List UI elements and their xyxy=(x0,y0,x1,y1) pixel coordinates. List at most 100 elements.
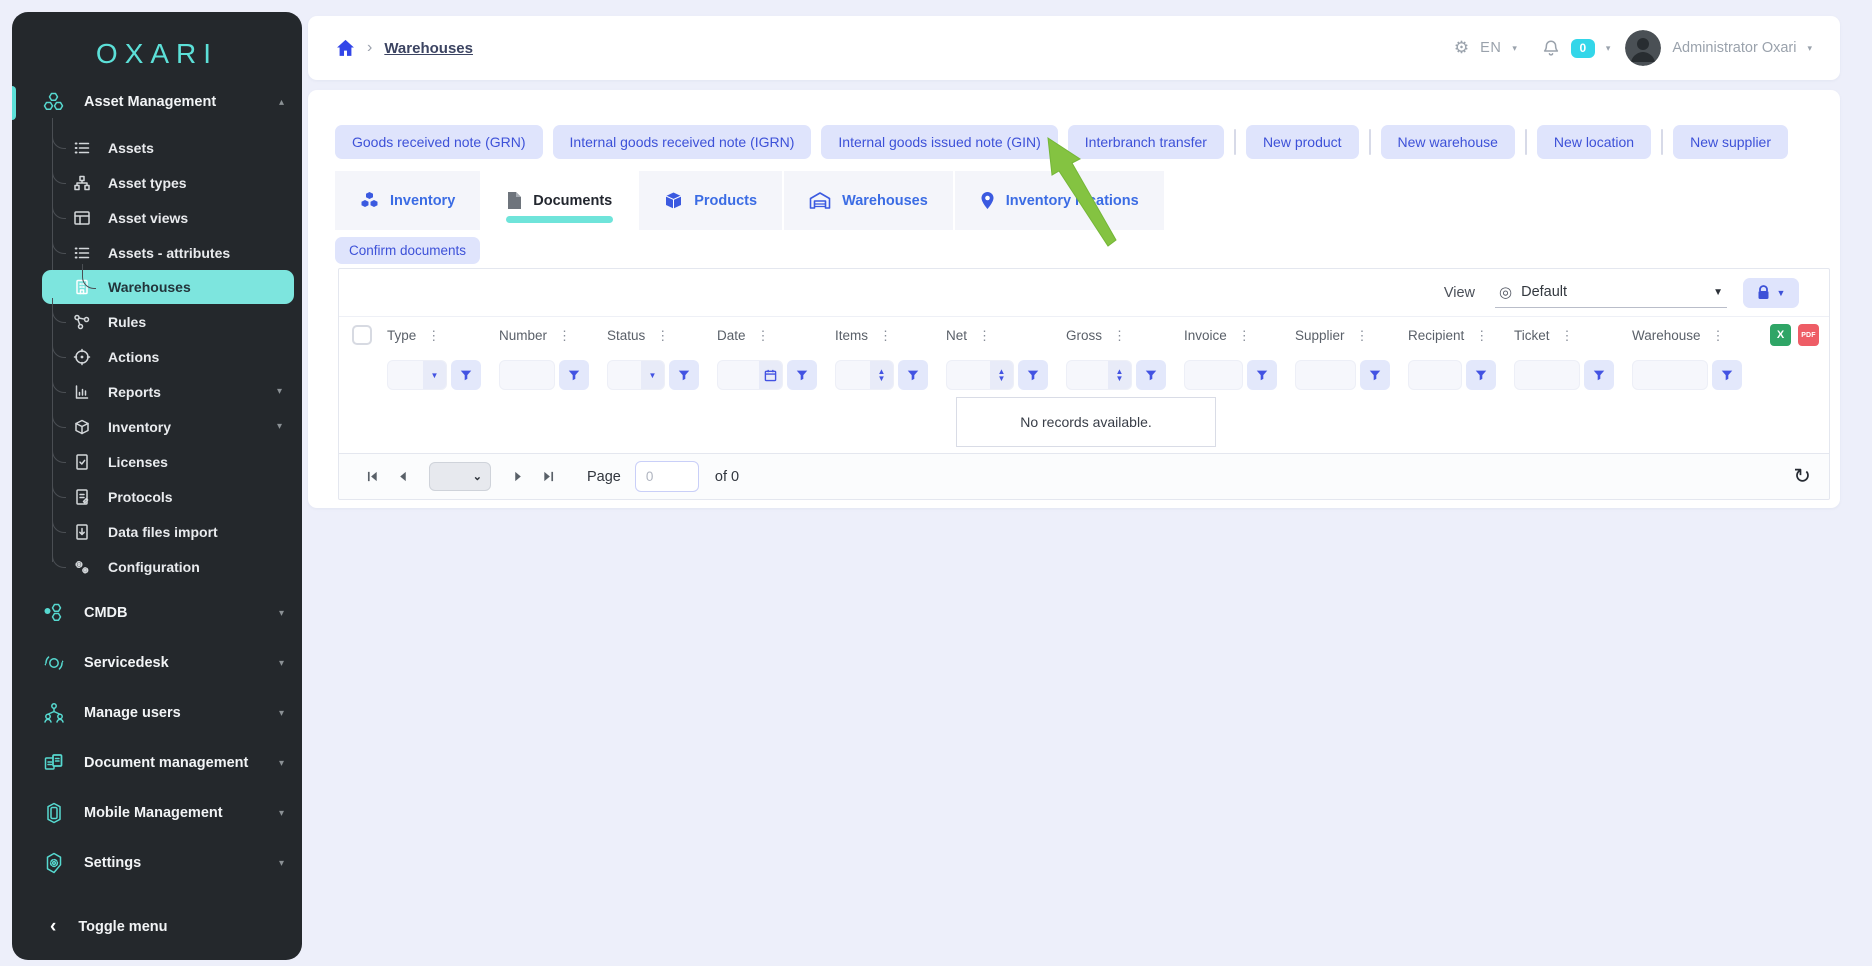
lock-view-button[interactable]: ▼ xyxy=(1743,278,1799,308)
page-number-input[interactable] xyxy=(635,461,699,492)
tab-inventory[interactable]: Inventory xyxy=(335,171,482,230)
column-menu-icon[interactable]: ⋮ xyxy=(1113,329,1126,342)
user-name[interactable]: Administrator Oxari xyxy=(1672,40,1796,56)
column-header[interactable]: Recipient xyxy=(1408,328,1464,343)
column-header[interactable]: Supplier xyxy=(1295,328,1345,343)
column-menu-icon[interactable]: ⋮ xyxy=(427,329,440,342)
calendar-icon[interactable] xyxy=(759,361,782,389)
last-page-icon[interactable] xyxy=(533,462,563,492)
igrn-button[interactable]: Internal goods received note (IGRN) xyxy=(553,125,812,159)
column-menu-icon[interactable]: ⋮ xyxy=(757,329,770,342)
column-menu-icon[interactable]: ⋮ xyxy=(1356,329,1369,342)
export-pdf-icon[interactable]: PDF xyxy=(1798,324,1819,346)
sidebar-section-cmdb[interactable]: CMDB ▾ xyxy=(12,588,302,638)
column-menu-icon[interactable]: ⋮ xyxy=(656,329,669,342)
filter-icon[interactable] xyxy=(1247,360,1277,390)
sidebar-section-settings[interactable]: Settings ▾ xyxy=(12,838,302,888)
net-filter-input[interactable] xyxy=(947,361,990,389)
chevron-down-icon[interactable]: ▾ xyxy=(1606,43,1611,54)
tab-warehouses[interactable]: Warehouses xyxy=(784,171,955,230)
gin-button[interactable]: Internal goods issued note (GIN) xyxy=(821,125,1057,159)
filter-icon[interactable] xyxy=(1018,360,1048,390)
view-select-dropdown[interactable]: ◎ Default ▼ xyxy=(1495,278,1727,308)
supplier-filter-input[interactable] xyxy=(1296,361,1355,389)
sidebar-section-asset-management[interactable]: Asset Management ▴ xyxy=(12,80,302,124)
column-header[interactable]: Status xyxy=(607,328,645,343)
new-location-button[interactable]: New location xyxy=(1537,125,1651,159)
sidebar-section-servicedesk[interactable]: Servicedesk ▾ xyxy=(12,638,302,688)
column-header[interactable]: Ticket xyxy=(1514,328,1550,343)
tab-products[interactable]: Products xyxy=(639,171,784,230)
gear-icon[interactable]: ⚙ xyxy=(1454,38,1469,58)
warehouse-filter-input[interactable] xyxy=(1633,361,1707,389)
date-filter-input[interactable] xyxy=(718,361,759,389)
next-page-icon[interactable] xyxy=(503,462,533,492)
new-product-button[interactable]: New product xyxy=(1246,125,1359,159)
number-stepper-icon[interactable]: ▲▼ xyxy=(1108,361,1131,389)
interbranch-transfer-button[interactable]: Interbranch transfer xyxy=(1068,125,1224,159)
type-filter-input[interactable] xyxy=(388,361,423,389)
toggle-menu-button[interactable]: ‹ Toggle menu xyxy=(12,916,302,938)
page-size-select[interactable]: ⌄ xyxy=(429,462,491,491)
ticket-filter-input[interactable] xyxy=(1515,361,1579,389)
column-menu-icon[interactable]: ⋮ xyxy=(1475,329,1488,342)
column-header[interactable]: Warehouse xyxy=(1632,328,1701,343)
invoice-filter-input[interactable] xyxy=(1185,361,1242,389)
filter-icon[interactable] xyxy=(1360,360,1390,390)
column-header[interactable]: Date xyxy=(717,328,746,343)
grn-button[interactable]: Goods received note (GRN) xyxy=(335,125,543,159)
filter-icon[interactable] xyxy=(669,360,699,390)
filter-icon[interactable] xyxy=(559,360,589,390)
dropdown-caret-icon[interactable]: ▼ xyxy=(641,361,664,389)
export-excel-icon[interactable]: X xyxy=(1770,324,1791,346)
language-selector[interactable]: EN xyxy=(1480,40,1501,56)
prev-page-icon[interactable] xyxy=(387,462,417,492)
sidebar-item-configuration[interactable]: Configuration xyxy=(12,549,302,584)
refresh-icon[interactable]: ↻ xyxy=(1793,466,1811,487)
bell-icon[interactable] xyxy=(1542,39,1560,58)
number-filter-input[interactable] xyxy=(500,361,554,389)
chevron-down-icon[interactable]: ▾ xyxy=(1807,43,1812,54)
column-header[interactable]: Number xyxy=(499,328,547,343)
filter-icon[interactable] xyxy=(451,360,481,390)
column-header[interactable]: Items xyxy=(835,328,868,343)
filter-icon[interactable] xyxy=(1584,360,1614,390)
column-menu-icon[interactable]: ⋮ xyxy=(558,329,571,342)
sidebar-item-assets-attributes[interactable]: Assets - attributes xyxy=(12,235,302,270)
column-header[interactable]: Invoice xyxy=(1184,328,1227,343)
tab-documents[interactable]: Documents xyxy=(482,171,639,230)
dropdown-caret-icon[interactable]: ▼ xyxy=(423,361,446,389)
filter-icon[interactable] xyxy=(898,360,928,390)
filter-icon[interactable] xyxy=(1712,360,1742,390)
number-stepper-icon[interactable]: ▲▼ xyxy=(870,361,893,389)
filter-icon[interactable] xyxy=(1466,360,1496,390)
column-menu-icon[interactable]: ⋮ xyxy=(1712,329,1725,342)
notification-badge[interactable]: 0 xyxy=(1571,39,1595,58)
column-header[interactable]: Gross xyxy=(1066,328,1102,343)
column-header[interactable]: Type xyxy=(387,328,416,343)
filter-icon[interactable] xyxy=(1136,360,1166,390)
filter-icon[interactable] xyxy=(787,360,817,390)
sidebar-section-manage-users[interactable]: Manage users ▾ xyxy=(12,688,302,738)
items-filter-input[interactable] xyxy=(836,361,870,389)
number-stepper-icon[interactable]: ▲▼ xyxy=(990,361,1013,389)
home-icon[interactable] xyxy=(336,39,355,57)
sidebar-section-document-management[interactable]: Document management ▾ xyxy=(12,738,302,788)
recipient-filter-input[interactable] xyxy=(1409,361,1461,389)
new-warehouse-button[interactable]: New warehouse xyxy=(1381,125,1515,159)
gross-filter-input[interactable] xyxy=(1067,361,1108,389)
column-menu-icon[interactable]: ⋮ xyxy=(1238,329,1251,342)
sidebar-section-mobile-management[interactable]: Mobile Management ▾ xyxy=(12,788,302,838)
first-page-icon[interactable] xyxy=(357,462,387,492)
column-menu-icon[interactable]: ⋮ xyxy=(1561,329,1574,342)
column-header[interactable]: Net xyxy=(946,328,967,343)
chevron-down-icon[interactable]: ▾ xyxy=(1512,43,1517,54)
confirm-documents-button[interactable]: Confirm documents xyxy=(335,237,480,264)
tab-inventory-locations[interactable]: Inventory locations xyxy=(955,171,1166,230)
new-supplier-button[interactable]: New supplier xyxy=(1673,125,1788,159)
column-menu-icon[interactable]: ⋮ xyxy=(978,329,991,342)
avatar[interactable] xyxy=(1625,30,1661,66)
status-filter-input[interactable] xyxy=(608,361,641,389)
breadcrumb-link-warehouses[interactable]: Warehouses xyxy=(384,40,473,57)
column-menu-icon[interactable]: ⋮ xyxy=(879,329,892,342)
